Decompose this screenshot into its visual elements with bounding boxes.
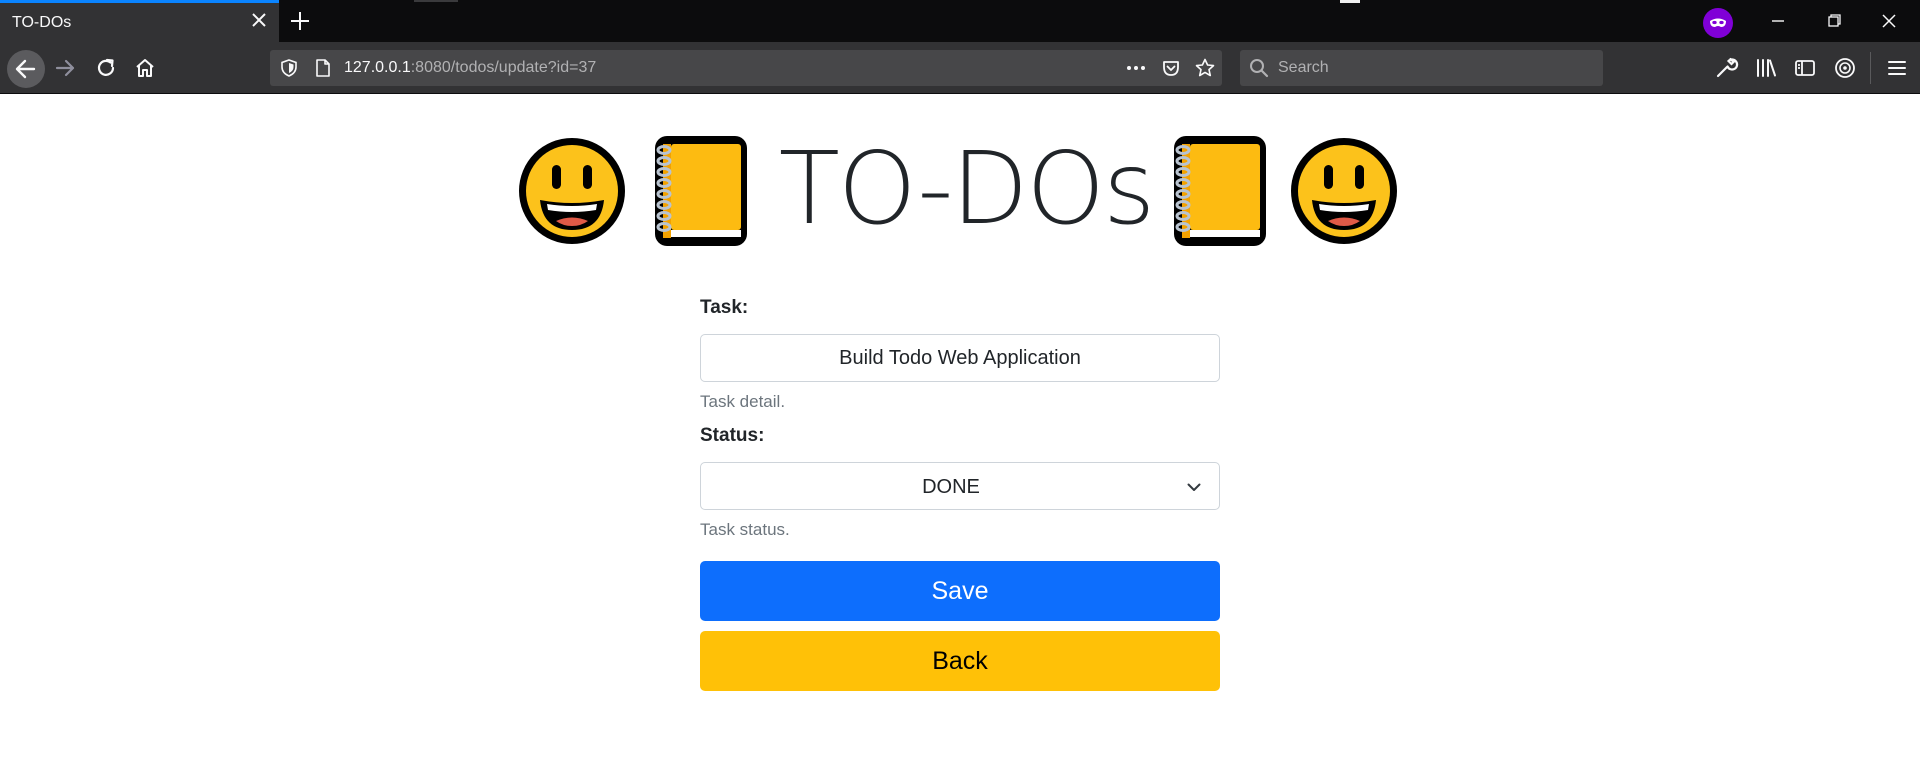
task-help-text: Task detail.	[700, 392, 786, 411]
home-icon[interactable]	[128, 51, 162, 85]
wrench-icon[interactable]	[1713, 55, 1739, 81]
restore-icon[interactable]	[1819, 8, 1849, 34]
search-input[interactable]	[1276, 55, 1586, 81]
address-bar[interactable]: 127.0.0.1:8080/todos/update?id=37	[270, 50, 1222, 86]
notebook-icon	[655, 136, 747, 246]
back-button[interactable]	[7, 50, 45, 88]
close-icon[interactable]	[248, 9, 270, 31]
browser-tab[interactable]: TO-DOs	[0, 0, 279, 42]
save-button[interactable]: Save	[700, 561, 1220, 621]
library-icon[interactable]	[1753, 55, 1779, 81]
url-text[interactable]: 127.0.0.1:8080/todos/update?id=37	[344, 59, 596, 77]
pocket-icon[interactable]	[1160, 57, 1182, 79]
notebook-icon	[1174, 136, 1266, 246]
arrow-right-icon[interactable]	[49, 51, 83, 85]
plus-icon[interactable]	[288, 9, 312, 33]
toolbar-divider	[1870, 52, 1871, 84]
tab-drag-space	[414, 0, 458, 2]
status-help-text: Task status.	[700, 520, 790, 539]
task-label: Task:	[700, 297, 749, 318]
more-icon[interactable]	[1124, 57, 1148, 79]
task-input[interactable]	[700, 334, 1220, 382]
page-icon[interactable]	[312, 57, 334, 79]
back-button[interactable]: Back	[700, 631, 1220, 691]
tab-title: TO-DOs	[12, 14, 72, 31]
shield-icon[interactable]	[278, 57, 300, 79]
hamburger-menu-icon[interactable]	[1884, 55, 1910, 81]
status-select[interactable]: DONE	[700, 462, 1220, 510]
browser-nav-bar: 127.0.0.1:8080/todos/update?id=37	[0, 42, 1920, 94]
reload-icon[interactable]	[89, 51, 123, 85]
tab-drag-space	[1340, 0, 1360, 3]
grinning-face-icon	[1291, 138, 1397, 244]
search-bar[interactable]	[1240, 50, 1603, 86]
mask-icon	[1710, 18, 1726, 27]
url-path: :8080/todos/update?id=37	[410, 59, 597, 76]
search-icon	[1250, 59, 1269, 78]
star-icon[interactable]	[1194, 57, 1216, 79]
private-browsing-icon	[1703, 8, 1733, 38]
arrow-left-icon	[15, 59, 36, 79]
url-host: 127.0.0.1	[344, 59, 411, 76]
page-header: TO-DOs	[516, 130, 1404, 248]
sidebar-icon[interactable]	[1792, 55, 1818, 81]
minimize-icon[interactable]	[1763, 8, 1793, 34]
status-label: Status:	[700, 425, 765, 446]
status-selected-value: DONE	[922, 476, 980, 498]
chevron-down-icon	[1187, 483, 1201, 491]
grinning-face-icon	[519, 138, 625, 244]
window-close-icon[interactable]	[1874, 8, 1904, 34]
browser-tab-bar: TO-DOs	[0, 0, 1920, 42]
page-title: TO-DOs	[778, 130, 1155, 247]
extension-icon[interactable]	[1832, 55, 1858, 81]
